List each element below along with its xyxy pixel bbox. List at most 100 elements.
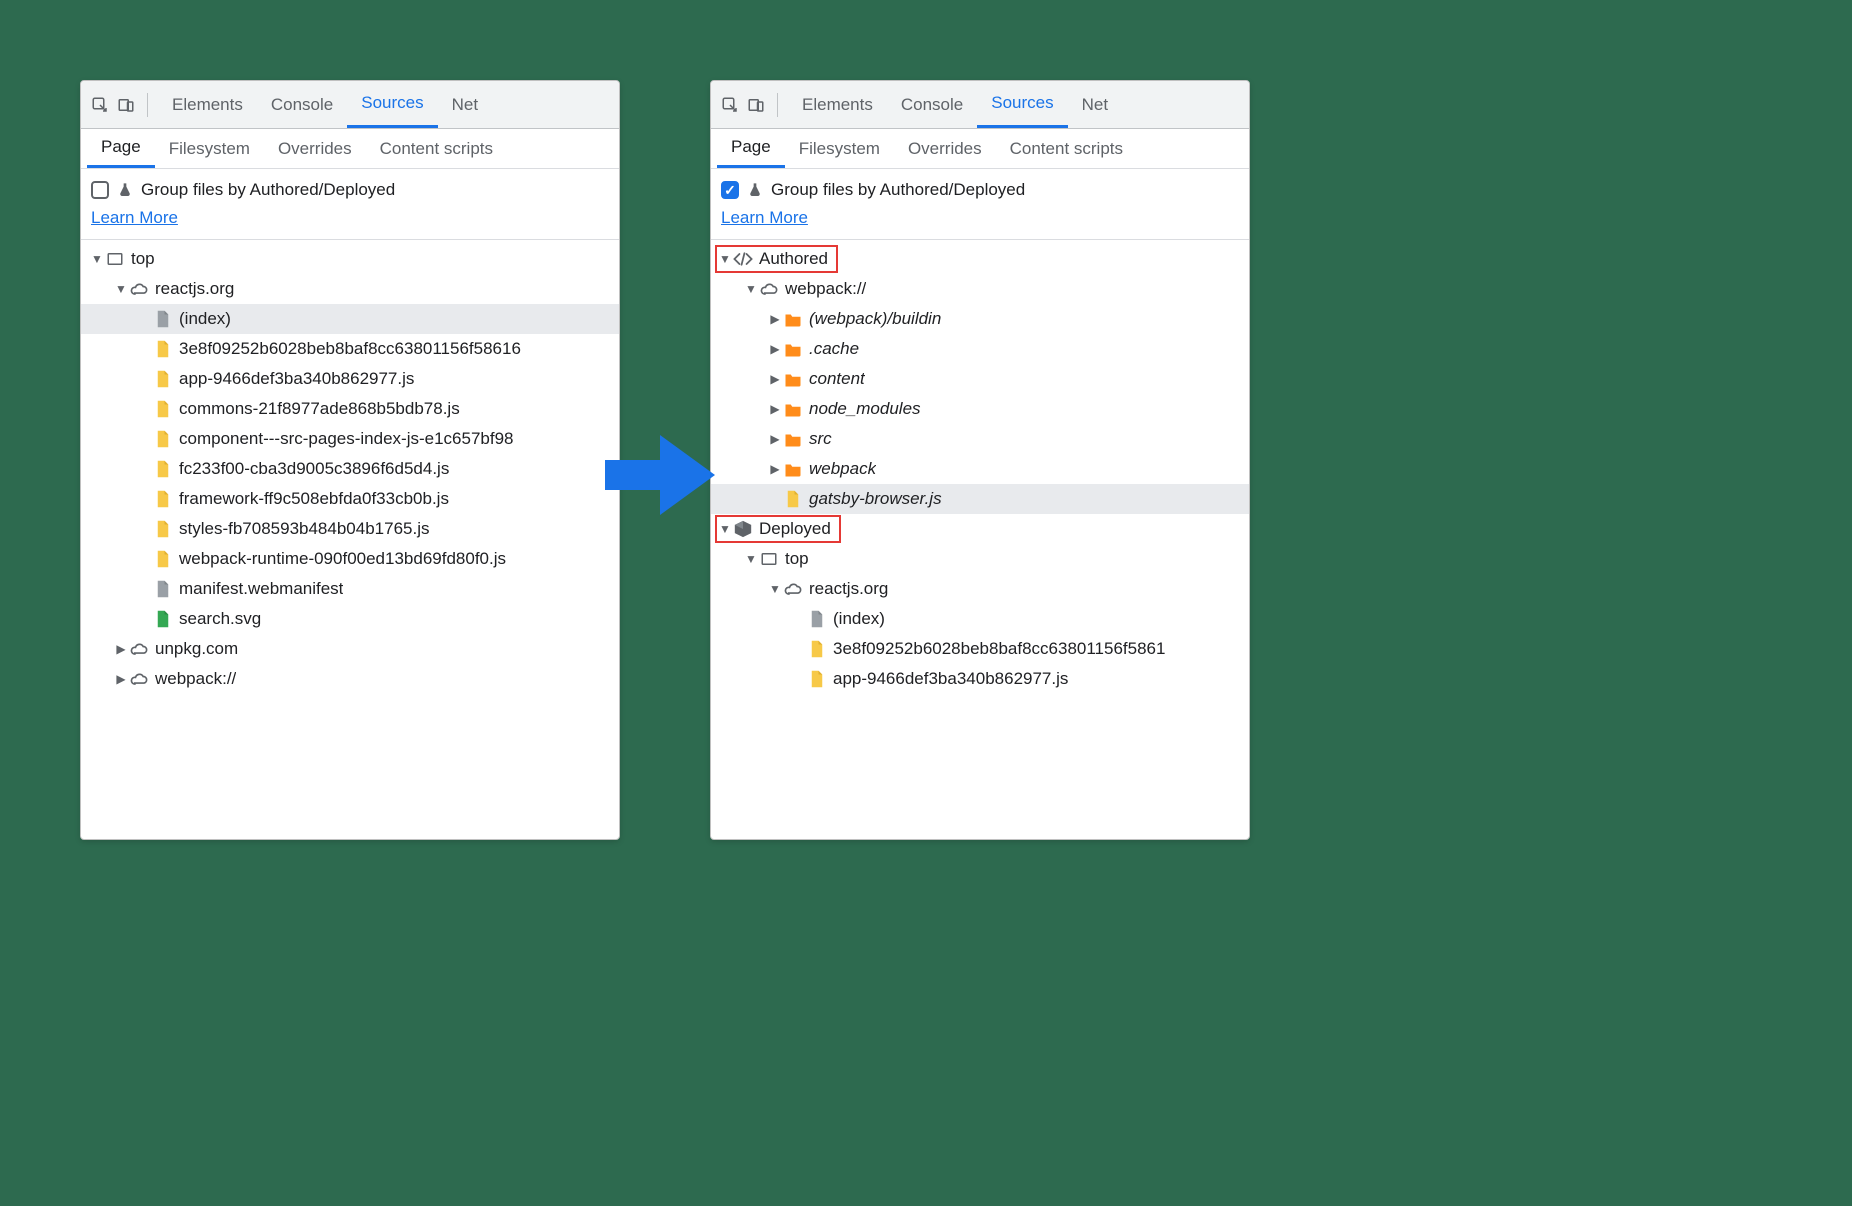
tab-elements[interactable]: Elements — [788, 81, 887, 128]
device-toggle-icon[interactable] — [115, 94, 137, 116]
tree-row[interactable]: styles-fb708593b484b04b1765.js — [81, 514, 619, 544]
tree-label: 3e8f09252b6028beb8baf8cc63801156f58616 — [179, 339, 521, 359]
devtools-main-tabs: Elements Console Sources Net — [81, 81, 619, 129]
file-yellow-icon — [153, 550, 173, 568]
folder-icon — [783, 341, 803, 357]
tree-row[interactable]: ▼ Authored — [711, 244, 1249, 274]
file-tree-before: ▼top▼reactjs.org(index) 3e8f09252b6028beb… — [81, 240, 619, 700]
tree-row[interactable]: ▼reactjs.org — [81, 274, 619, 304]
tree-row[interactable]: fc233f00-cba3d9005c3896f6d5d4.js — [81, 454, 619, 484]
tree-label: .cache — [809, 339, 859, 359]
tree-row[interactable]: ▼Deployed — [711, 514, 1249, 544]
flask-icon — [747, 182, 763, 198]
subtab-page[interactable]: Page — [717, 129, 785, 168]
tree-label: fc233f00-cba3d9005c3896f6d5d4.js — [179, 459, 449, 479]
flask-icon — [117, 182, 133, 198]
tree-row[interactable]: framework-ff9c508ebfda0f33cb0b.js — [81, 484, 619, 514]
disclosure-arrow-icon[interactable]: ▼ — [91, 252, 103, 266]
tree-row[interactable]: webpack-runtime-090f00ed13bd69fd80f0.js — [81, 544, 619, 574]
disclosure-arrow-icon[interactable]: ▶ — [769, 372, 781, 386]
disclosure-arrow-icon[interactable]: ▼ — [115, 282, 127, 296]
disclosure-arrow-icon[interactable]: ▼ — [769, 582, 781, 596]
tab-sources[interactable]: Sources — [347, 81, 437, 128]
tree-label: 3e8f09252b6028beb8baf8cc63801156f5861 — [833, 639, 1165, 659]
subtab-content-scripts[interactable]: Content scripts — [996, 129, 1137, 168]
file-green-icon — [153, 610, 173, 628]
sources-sub-tabs: Page Filesystem Overrides Content script… — [711, 129, 1249, 169]
subtab-content-scripts[interactable]: Content scripts — [366, 129, 507, 168]
tab-sources[interactable]: Sources — [977, 81, 1067, 128]
tree-label: Authored — [759, 249, 828, 269]
learn-more-link[interactable]: Learn More — [91, 205, 178, 231]
disclosure-arrow-icon[interactable]: ▶ — [769, 432, 781, 446]
tree-row[interactable]: ▶unpkg.com — [81, 634, 619, 664]
disclosure-arrow-icon[interactable]: ▶ — [769, 312, 781, 326]
file-yellow-icon — [153, 460, 173, 478]
disclosure-arrow-icon[interactable]: ▶ — [769, 402, 781, 416]
tree-row[interactable]: ▶ .cache — [711, 334, 1249, 364]
tree-row[interactable]: 3e8f09252b6028beb8baf8cc63801156f58616 — [81, 334, 619, 364]
tree-label: content — [809, 369, 865, 389]
tree-row[interactable]: ▶node_modules — [711, 394, 1249, 424]
devtools-panel-before: Elements Console Sources Net Page Filesy… — [80, 80, 620, 840]
tab-network[interactable]: Net — [1068, 81, 1122, 128]
group-files-checkbox[interactable] — [91, 181, 109, 199]
tree-row[interactable]: ▶ webpack:// — [81, 664, 619, 694]
tree-row[interactable]: manifest.webmanifest — [81, 574, 619, 604]
disclosure-arrow-icon[interactable]: ▼ — [745, 552, 757, 566]
tree-label: webpack-runtime-090f00ed13bd69fd80f0.js — [179, 549, 506, 569]
inspect-icon[interactable] — [89, 94, 111, 116]
tree-row[interactable]: ▶webpack — [711, 454, 1249, 484]
tree-row[interactable]: ▼reactjs.org — [711, 574, 1249, 604]
tree-row[interactable]: commons-21f8977ade868b5bdb78.js — [81, 394, 619, 424]
tree-row[interactable]: ▶ content — [711, 364, 1249, 394]
disclosure-arrow-icon[interactable]: ▶ — [115, 672, 127, 686]
tree-row[interactable]: ▼ top — [711, 544, 1249, 574]
tree-label: app-9466def3ba340b862977.js — [179, 369, 414, 389]
group-header-highlight: ▼Deployed — [715, 515, 841, 543]
tree-row[interactable]: ▼webpack:// — [711, 274, 1249, 304]
tree-row[interactable]: 3e8f09252b6028beb8baf8cc63801156f5861 — [711, 634, 1249, 664]
tree-row[interactable]: (index) — [81, 304, 619, 334]
group-files-checkbox[interactable] — [721, 181, 739, 199]
disclosure-arrow-icon[interactable]: ▶ — [769, 462, 781, 476]
disclosure-arrow-icon[interactable]: ▼ — [719, 522, 731, 536]
tree-row[interactable]: ▶(webpack)/buildin — [711, 304, 1249, 334]
tab-elements[interactable]: Elements — [158, 81, 257, 128]
disclosure-arrow-icon[interactable]: ▼ — [719, 252, 731, 266]
experiment-row: Group files by Authored/Deployed Learn M… — [81, 169, 619, 240]
subtab-overrides[interactable]: Overrides — [894, 129, 996, 168]
subtab-page[interactable]: Page — [87, 129, 155, 168]
tree-row[interactable]: ▼top — [81, 244, 619, 274]
folder-icon — [783, 371, 803, 387]
frame-icon — [105, 250, 125, 268]
device-toggle-icon[interactable] — [745, 94, 767, 116]
tree-label: top — [785, 549, 809, 569]
file-yellow-icon — [153, 370, 173, 388]
experiment-label: Group files by Authored/Deployed — [771, 177, 1025, 203]
subtab-overrides[interactable]: Overrides — [264, 129, 366, 168]
disclosure-arrow-icon[interactable]: ▶ — [115, 642, 127, 656]
tab-console[interactable]: Console — [887, 81, 977, 128]
subtab-filesystem[interactable]: Filesystem — [155, 129, 264, 168]
tab-network[interactable]: Net — [438, 81, 492, 128]
tree-row[interactable]: (index) — [711, 604, 1249, 634]
tree-label: webpack:// — [155, 669, 236, 689]
cloud-icon — [129, 641, 149, 657]
tree-row[interactable]: component---src-pages-index-js-e1c657bf9… — [81, 424, 619, 454]
disclosure-arrow-icon[interactable]: ▶ — [769, 342, 781, 356]
tab-console[interactable]: Console — [257, 81, 347, 128]
cloud-icon — [783, 581, 803, 597]
tree-row[interactable]: app-9466def3ba340b862977.js — [81, 364, 619, 394]
disclosure-arrow-icon[interactable]: ▼ — [745, 282, 757, 296]
tree-label: search.svg — [179, 609, 261, 629]
devtools-main-tabs: Elements Console Sources Net — [711, 81, 1249, 129]
tree-row[interactable]: ▶src — [711, 424, 1249, 454]
tree-row[interactable]: app-9466def3ba340b862977.js — [711, 664, 1249, 694]
inspect-icon[interactable] — [719, 94, 741, 116]
learn-more-link[interactable]: Learn More — [721, 205, 808, 231]
tree-row[interactable]: search.svg — [81, 604, 619, 634]
subtab-filesystem[interactable]: Filesystem — [785, 129, 894, 168]
tree-row[interactable]: gatsby-browser.js — [711, 484, 1249, 514]
tree-label: (index) — [833, 609, 885, 629]
